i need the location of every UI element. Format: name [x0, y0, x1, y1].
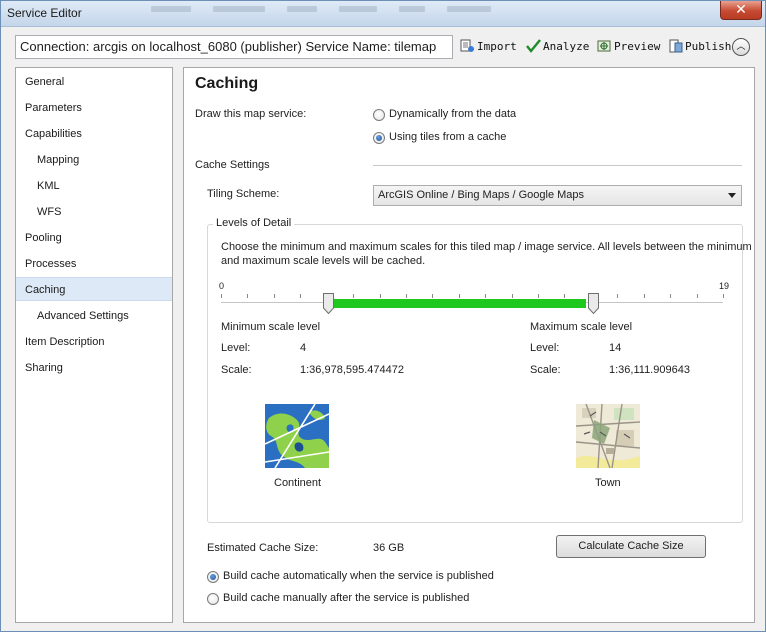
slider-tick: [644, 294, 645, 298]
radio-build-manual[interactable]: [207, 593, 219, 605]
slider-tick: [221, 294, 222, 298]
slider-tick: [406, 294, 407, 298]
radio-build-auto[interactable]: [207, 571, 219, 583]
tiling-scheme-select[interactable]: ArcGIS Online / Bing Maps / Google Maps: [373, 185, 742, 206]
tiling-scheme-value: ArcGIS Online / Bing Maps / Google Maps: [378, 189, 585, 201]
sidebar-item-parameters[interactable]: Parameters: [16, 96, 172, 120]
tiling-scheme-label: Tiling Scheme:: [207, 188, 280, 200]
scale-slider-selected-range: [331, 299, 586, 308]
slider-tick: [617, 294, 618, 298]
max-scale-title: Maximum scale level: [530, 321, 633, 333]
continent-caption: Continent: [274, 477, 322, 489]
slider-tick: [459, 294, 460, 298]
slider-tick: [380, 294, 381, 298]
radio-tiles[interactable]: [373, 132, 385, 144]
town-caption: Town: [595, 477, 621, 489]
close-button[interactable]: ✕: [720, 1, 762, 20]
page-title: Caching: [195, 75, 259, 92]
draw-service-label: Draw this map service:: [195, 108, 307, 120]
analyze-button[interactable]: Analyze: [526, 39, 589, 55]
slider-min-label: 0: [219, 281, 225, 291]
sidebar-item-sharing[interactable]: Sharing: [16, 356, 172, 380]
background-taskbar-ghost: [151, 3, 711, 13]
radio-tiles-label[interactable]: Using tiles from a cache: [389, 131, 506, 143]
lod-description-line2: and maximum scale levels will be cached.: [221, 255, 426, 267]
publish-label: Publish: [685, 40, 732, 53]
min-level-value: 4: [300, 342, 307, 354]
close-icon: ✕: [735, 1, 747, 17]
preview-icon: [597, 39, 612, 53]
import-label: Import: [477, 40, 517, 53]
sidebar-item-advanced-settings[interactable]: Advanced Settings: [16, 304, 172, 328]
max-scale-value: 1:36,111.909643: [609, 364, 690, 376]
levels-of-detail-legend: Levels of Detail: [213, 217, 295, 229]
slider-tick: [512, 294, 513, 298]
slider-tick: [564, 294, 565, 298]
min-scale-label: Scale:: [221, 364, 252, 376]
publish-icon: [668, 39, 683, 53]
slider-tick: [723, 294, 724, 298]
sidebar-item-wfs[interactable]: WFS: [16, 200, 172, 224]
slider-max-label: 19: [719, 281, 730, 291]
slider-tick: [274, 294, 275, 298]
analyze-label: Analyze: [543, 40, 590, 53]
town-map-icon: [575, 403, 641, 469]
toolbar: Connection: arcgis on localhost_6080 (pu…: [1, 27, 765, 65]
slider-tick: [432, 294, 433, 298]
sidebar: General Parameters Capabilities Mapping …: [15, 67, 173, 623]
continent-map-icon: [264, 403, 330, 469]
min-scale-title: Minimum scale level: [221, 321, 321, 333]
max-level-label: Level:: [530, 342, 560, 354]
import-button[interactable]: Import: [460, 39, 517, 55]
sidebar-item-pooling[interactable]: Pooling: [16, 226, 172, 250]
slider-tick: [485, 294, 486, 298]
sidebar-item-processes[interactable]: Processes: [16, 252, 172, 276]
service-editor-window: Service Editor ✕ Connection: arcgis on l…: [0, 0, 766, 632]
preview-label: Preview: [614, 40, 661, 53]
dropdown-arrow-icon: [728, 193, 736, 198]
min-scale-value: 1:36,978,595.474472: [300, 364, 404, 376]
preview-button[interactable]: Preview: [597, 39, 660, 55]
lod-description-line1: Choose the minimum and maximum scales fo…: [221, 241, 752, 253]
cache-settings-label: Cache Settings: [195, 159, 270, 171]
connection-info: Connection: arcgis on localhost_6080 (pu…: [15, 35, 453, 59]
sidebar-item-caching[interactable]: Caching: [16, 277, 172, 301]
slider-tick: [670, 294, 671, 298]
slider-tick: [353, 294, 354, 298]
cache-settings-divider: [373, 165, 742, 166]
radio-build-manual-label[interactable]: Build cache manually after the service i…: [223, 592, 469, 604]
chevron-up-icon: ︿: [736, 41, 746, 51]
sidebar-item-item-description[interactable]: Item Description: [16, 330, 172, 354]
sidebar-item-capabilities[interactable]: Capabilities: [16, 122, 172, 146]
estimated-cache-size-value: 36 GB: [373, 542, 405, 554]
radio-dynamic[interactable]: [373, 109, 385, 121]
publish-button[interactable]: Publish: [668, 39, 731, 55]
sidebar-item-general[interactable]: General: [16, 70, 172, 94]
slider-tick: [300, 294, 301, 298]
slider-thumb-min[interactable]: [323, 293, 334, 314]
radio-build-auto-label[interactable]: Build cache automatically when the servi…: [223, 570, 494, 582]
radio-dynamic-label[interactable]: Dynamically from the data: [389, 108, 516, 120]
window-title: Service Editor: [7, 6, 82, 20]
caching-panel: Caching Draw this map service: Dynamical…: [183, 67, 755, 623]
min-level-label: Level:: [221, 342, 251, 354]
slider-tick: [697, 294, 698, 298]
slider-thumb-max[interactable]: [588, 293, 599, 314]
analyze-check-icon: [526, 39, 541, 53]
slider-tick: [247, 294, 248, 298]
title-bar: Service Editor ✕: [1, 1, 765, 27]
sidebar-item-mapping[interactable]: Mapping: [16, 148, 172, 172]
calculate-cache-size-button[interactable]: Calculate Cache Size: [556, 535, 706, 558]
sidebar-item-kml[interactable]: KML: [16, 174, 172, 198]
collapse-button[interactable]: ︿: [732, 38, 750, 56]
max-scale-label: Scale:: [530, 364, 561, 376]
estimated-cache-size-label: Estimated Cache Size:: [207, 542, 319, 554]
slider-tick: [538, 294, 539, 298]
max-level-value: 14: [609, 342, 622, 354]
import-icon: [460, 39, 475, 53]
